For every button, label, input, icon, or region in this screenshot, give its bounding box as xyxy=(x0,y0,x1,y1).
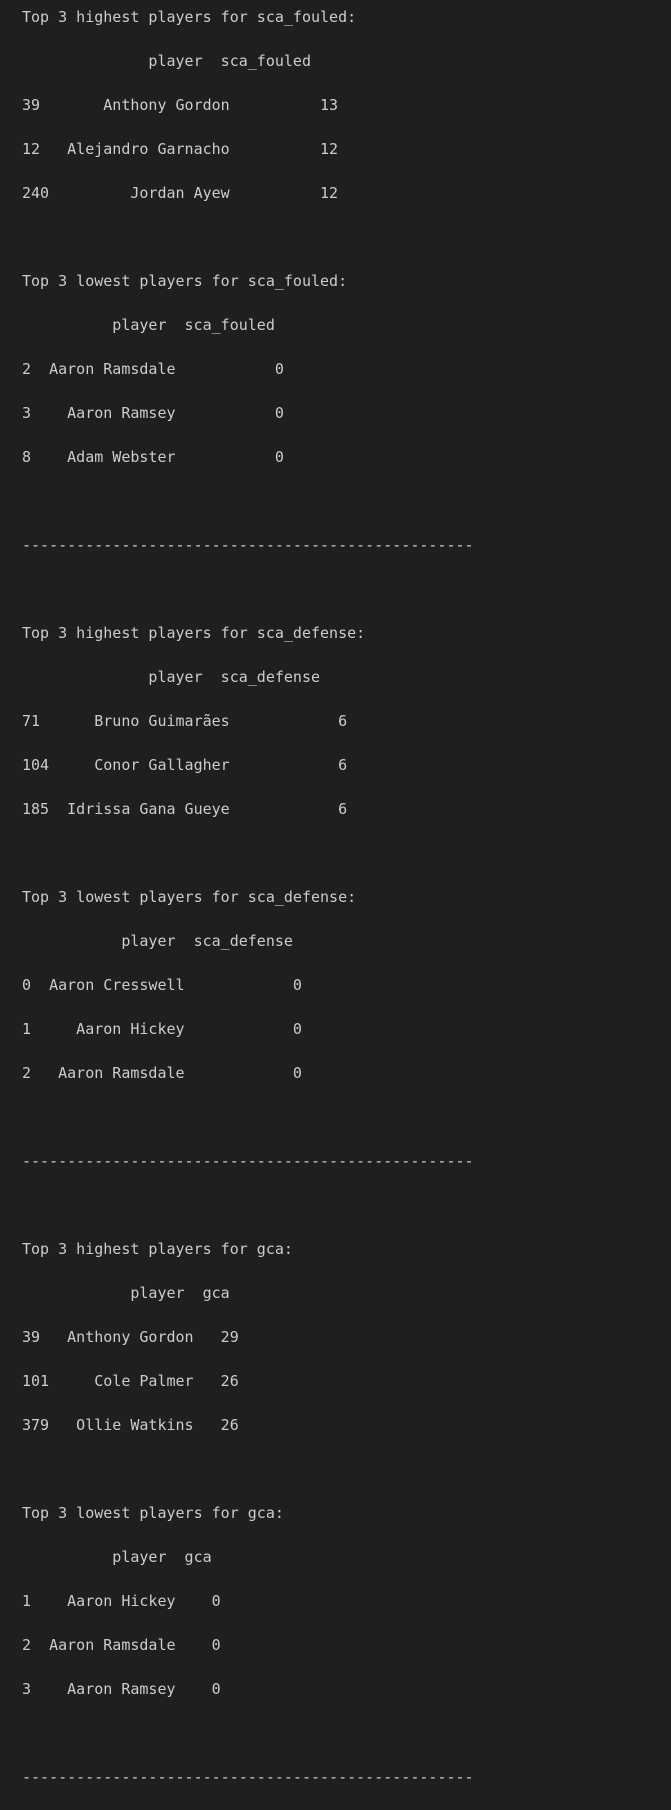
table-header: player sca_defense xyxy=(22,668,321,686)
table-row: 3 Aaron Ramsey 0 xyxy=(22,1680,221,1698)
table-row: 12 Alejandro Garnacho 12 xyxy=(22,140,339,158)
section-heading: Top 3 lowest players for sca_fouled: xyxy=(22,272,348,290)
table-row: 39 Anthony Gordon 13 xyxy=(22,96,339,114)
table-row: 3 Aaron Ramsey 0 xyxy=(22,404,284,422)
table-row: 8 Adam Webster 0 xyxy=(22,448,284,466)
separator-line: ----------------------------------------… xyxy=(22,1768,474,1786)
table-row: 101 Cole Palmer 26 xyxy=(22,1372,239,1390)
table-header: player sca_defense xyxy=(22,932,293,950)
table-row: 104 Conor Gallagher 6 xyxy=(22,756,348,774)
section-heading: Top 3 highest players for sca_defense: xyxy=(22,624,366,642)
terminal-output: Top 3 highest players for sca_fouled: pl… xyxy=(0,0,671,1810)
table-row: 1 Aaron Hickey 0 xyxy=(22,1592,221,1610)
table-row: 0 Aaron Cresswell 0 xyxy=(22,976,302,994)
separator-line: ----------------------------------------… xyxy=(22,536,474,554)
table-header: player sca_fouled xyxy=(22,316,275,334)
table-row: 2 Aaron Ramsdale 0 xyxy=(22,360,284,378)
table-header: player gca xyxy=(22,1548,212,1566)
table-row: 185 Idrissa Gana Gueye 6 xyxy=(22,800,348,818)
section-heading: Top 3 lowest players for gca: xyxy=(22,1504,284,1522)
separator-line: ----------------------------------------… xyxy=(22,1152,474,1170)
section-heading: Top 3 lowest players for sca_defense: xyxy=(22,888,357,906)
table-row: 379 Ollie Watkins 26 xyxy=(22,1416,239,1434)
table-row: 240 Jordan Ayew 12 xyxy=(22,184,339,202)
table-row: 71 Bruno Guimarães 6 xyxy=(22,712,348,730)
section-heading: Top 3 highest players for gca: xyxy=(22,1240,293,1258)
table-header: player gca xyxy=(22,1284,230,1302)
table-row: 2 Aaron Ramsdale 0 xyxy=(22,1636,221,1654)
table-row: 39 Anthony Gordon 29 xyxy=(22,1328,239,1346)
section-heading: Top 3 highest players for sca_fouled: xyxy=(22,8,357,26)
table-row: 2 Aaron Ramsdale 0 xyxy=(22,1064,302,1082)
table-header: player sca_fouled xyxy=(22,52,311,70)
table-row: 1 Aaron Hickey 0 xyxy=(22,1020,302,1038)
